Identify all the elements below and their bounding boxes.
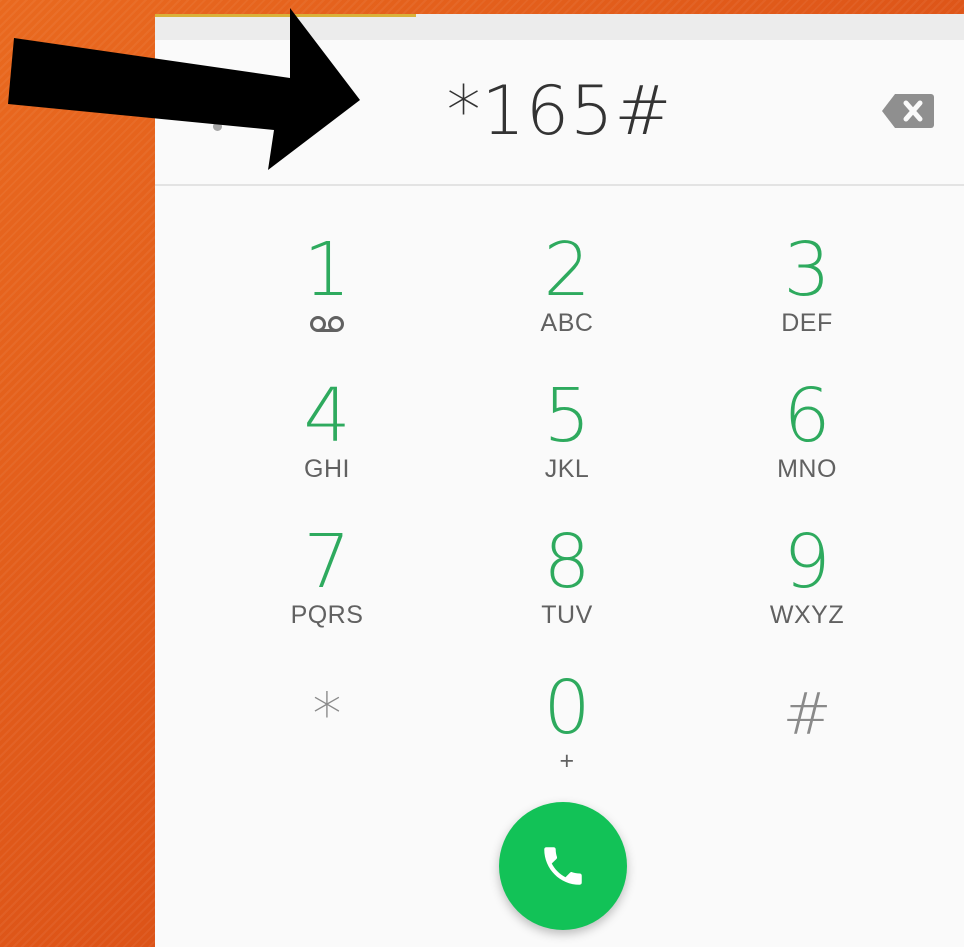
key-letters: DEF xyxy=(781,309,833,337)
key-letters: JKL xyxy=(544,455,590,483)
key-digit: 8 xyxy=(543,519,591,605)
call-button[interactable] xyxy=(499,802,627,930)
key-letters: + xyxy=(559,747,575,775)
key-3[interactable]: 3 DEF xyxy=(687,230,927,376)
key-digit: 3 xyxy=(783,227,831,313)
key-letters: TUV xyxy=(541,601,593,629)
key-symbol: # xyxy=(782,680,832,748)
number-display-area: *165# xyxy=(155,40,964,186)
key-letters: ABC xyxy=(540,309,594,337)
key-digit: 4 xyxy=(303,373,351,459)
key-4[interactable]: 4 GHI xyxy=(207,376,447,522)
keypad: 1 2 ABC 3 DEF 4 GHI 5 JKL 6 MNO 7 PQRS 8… xyxy=(207,230,927,814)
key-star[interactable]: * xyxy=(207,668,447,814)
dialer-panel: *165# 1 2 ABC 3 DEF 4 GHI 5 JKL 6 MNO 7 … xyxy=(155,40,964,947)
key-5[interactable]: 5 JKL xyxy=(447,376,687,522)
key-letters: MNO xyxy=(777,455,837,483)
key-digit: 6 xyxy=(783,373,831,459)
key-digit: 0 xyxy=(543,665,591,751)
overflow-menu-icon[interactable] xyxy=(213,122,222,131)
key-9[interactable]: 9 WXYZ xyxy=(687,522,927,668)
backspace-icon[interactable] xyxy=(881,92,935,130)
voicemail-icon xyxy=(310,316,344,332)
key-6[interactable]: 6 MNO xyxy=(687,376,927,522)
key-letters: GHI xyxy=(304,455,350,483)
key-hash[interactable]: # xyxy=(687,668,927,814)
key-digit: 7 xyxy=(303,519,351,605)
key-0[interactable]: 0 + xyxy=(447,668,687,814)
key-digit: 2 xyxy=(543,227,591,313)
key-digit: 1 xyxy=(303,227,351,313)
status-strip-accent xyxy=(155,14,416,17)
key-2[interactable]: 2 ABC xyxy=(447,230,687,376)
key-letters: PQRS xyxy=(290,601,364,629)
key-8[interactable]: 8 TUV xyxy=(447,522,687,668)
key-digit: 5 xyxy=(543,373,591,459)
key-7[interactable]: 7 PQRS xyxy=(207,522,447,668)
key-letters: WXYZ xyxy=(769,601,845,629)
dialed-number[interactable]: *165# xyxy=(305,72,814,151)
phone-icon xyxy=(544,847,582,885)
status-strip xyxy=(155,14,964,41)
key-digit: 9 xyxy=(783,519,831,605)
key-1[interactable]: 1 xyxy=(207,230,447,376)
key-symbol: * xyxy=(312,680,342,748)
